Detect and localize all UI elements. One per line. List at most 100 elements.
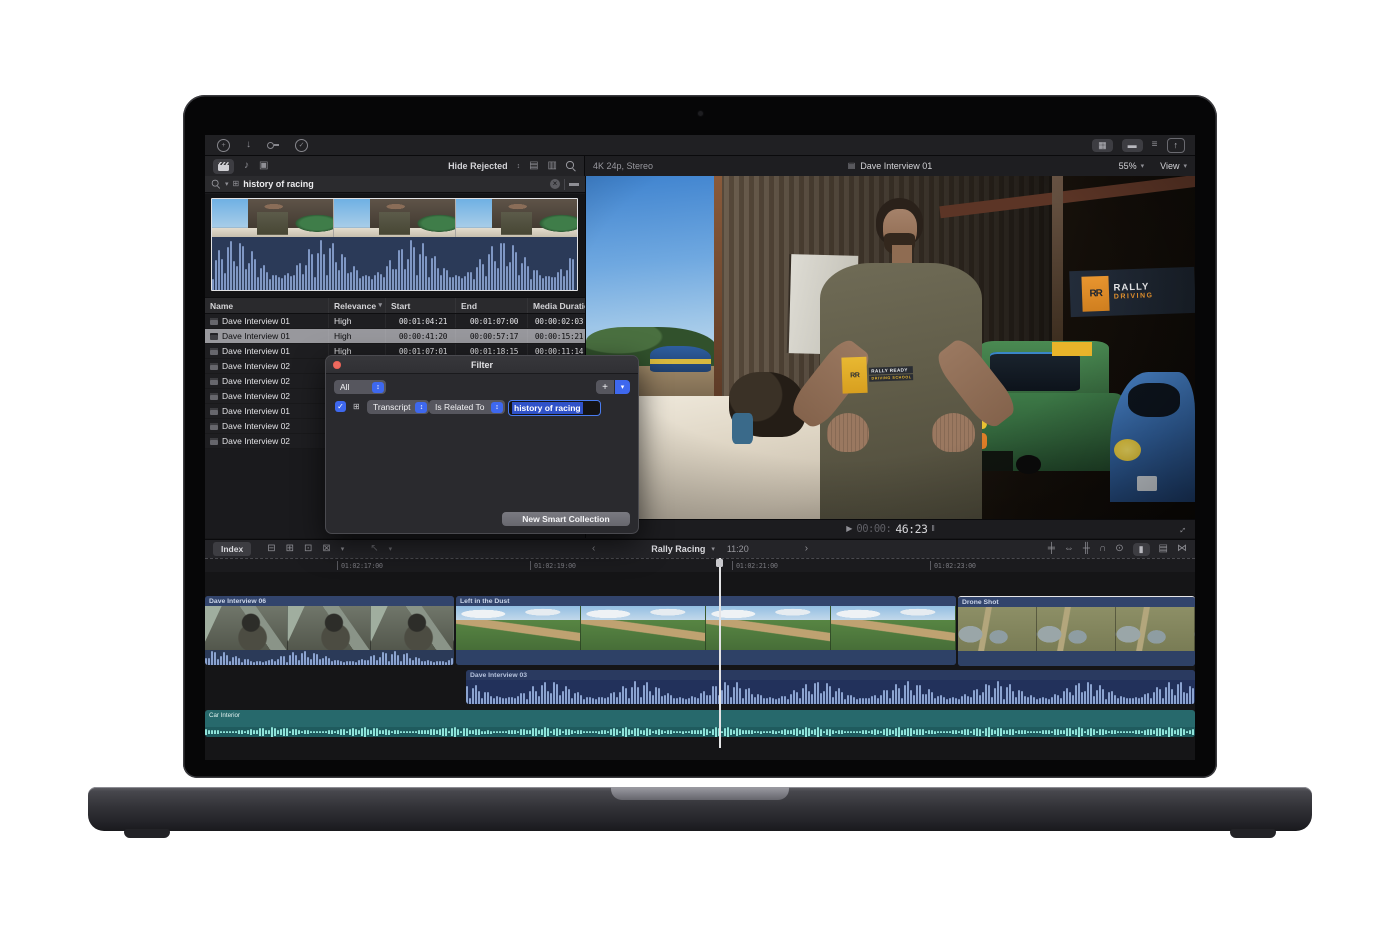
filmstrip-frame [212,199,334,237]
playhead-handle[interactable] [716,559,723,567]
timecode-display: ▶ 00:00:46:23 ‖ [586,522,1195,536]
browser-filter-group: Hide Rejected ↕ ▤ ▥ [448,161,576,171]
clip-icon: ▤ [848,162,856,170]
hide-rejected-chevrons-icon[interactable]: ↕ [517,163,521,170]
project-chevron-icon: ▾ [711,546,715,553]
search-divider [564,179,565,190]
dropdown-chevrons-icon: ↕ [491,402,503,413]
search-query-text[interactable]: history of racing [243,179,314,189]
clip-row-icon [210,333,218,340]
clip-thumbnails [205,606,454,650]
viewer-video[interactable]: RR RALLY DRIVING [586,176,1195,519]
project-header: ‹ Rally Racing ▾ 11:20 › [205,544,1195,554]
ruler-timecode: 01:02:19:00 [530,561,576,570]
photos-audio-icon[interactable]: ♪ [244,161,249,171]
table-row-selected[interactable]: Dave Interview 01 High 00:00:41:20 00:00… [205,329,585,344]
lid-opening-notch [611,787,789,800]
filmstrip-frame [334,199,456,237]
transcript-rule-icon: ⊞ [353,403,360,411]
range-bars-icon: ‖ [931,525,934,533]
clips-pane-button[interactable] [213,159,234,174]
viewer-clip-title: Dave Interview 01 [860,161,932,171]
dropdown-chevrons-icon: ↕ [415,402,427,413]
toolbar-right-group: ▦ ▬ ≡ ↑ [1092,138,1195,153]
add-rule-button[interactable]: + [596,380,614,394]
close-icon[interactable] [333,361,341,369]
transcript-search-icon: ⊞ [233,180,240,188]
ruler-timecode: 01:02:21:00 [732,561,778,570]
header-name[interactable]: Name [205,298,328,313]
new-smart-collection-button[interactable]: New Smart Collection [502,512,630,526]
filter-dialog-titlebar[interactable]: Filter [326,356,638,374]
desktop-background: + ↓ ✓ ▦ ▬ ≡ ↑ ♪ ▣ [0,0,1400,937]
clip-row-icon [210,408,218,415]
table-header-row: Name Relevance ▾ Start End Media Duratio… [205,297,585,314]
search-bar[interactable]: ▾ ⊞ history of racing × ▬ [205,176,585,193]
header-relevance[interactable]: Relevance ▾ [328,298,385,313]
search-results-view-icon[interactable]: ▬ [569,179,579,189]
viewer-toolbar: 4K 24p, Stereo ▤ Dave Interview 01 55% ▾… [585,156,1195,176]
project-name-dropdown[interactable]: Rally Racing [651,544,705,554]
back-chevron-icon[interactable]: ‹ [592,544,595,554]
filmstrip-frame [456,199,577,237]
viewer-pane: RR RALLY DRIVING [586,176,1195,538]
dropdown-chevrons-icon: ↕ [372,382,384,393]
filmstrip-zone [205,194,585,297]
search-icon[interactable] [566,161,576,171]
clip-row-icon [210,423,218,430]
clip-appearance-icon[interactable]: ▤ [529,161,538,171]
share-icon[interactable]: ↑ [1167,138,1186,153]
ruler-timecode: 01:02:17:00 [337,561,383,570]
download-icon[interactable]: ↓ [246,140,251,150]
clip-audio-waveform [205,727,1195,737]
toolbar-left-group: + ↓ ✓ [205,139,308,152]
match-all-dropdown[interactable]: All ↕ [334,380,386,394]
search-field-icon [212,180,221,189]
clear-search-icon[interactable]: × [550,179,560,189]
forward-chevron-icon[interactable]: › [805,544,808,554]
rule-value-text: history of racing [512,402,583,414]
timeline-clip-dave-interview-03[interactable]: Dave Interview 03 [466,670,1195,704]
ruler-timecode: 01:02:23:00 [930,561,976,570]
timeline-clip-drone-shot[interactable]: Drone Shot [958,596,1195,666]
grid-view-icon[interactable]: ▦ [1092,139,1113,152]
rule-condition-dropdown[interactable]: Is Related To ↕ [429,400,505,414]
add-rule-chevron[interactable]: ▾ [615,380,630,394]
import-icon[interactable]: + [217,139,230,152]
playhead[interactable] [719,558,721,748]
header-duration[interactable]: Media Duration [527,298,585,313]
clip-audio-waveform [466,680,1195,704]
titles-generators-icon[interactable]: ▣ [259,161,268,171]
list-view-icon[interactable]: ▥ [548,161,557,171]
table-row[interactable]: Dave Interview 01 High 00:01:04:21 00:01… [205,314,585,329]
play-icon[interactable]: ▶ [846,525,852,533]
timeline-clip-left-in-the-dust[interactable]: Left in the Dust [456,596,956,665]
timeline-clip-dave-interview-06[interactable]: Dave Interview 06 [205,596,454,665]
key-icon[interactable] [267,142,279,148]
timeline-ruler[interactable]: 01:02:17:00 01:02:19:00 01:02:21:00 01:0… [205,558,1195,573]
project-duration: 11:20 [727,544,749,554]
clip-row-icon [210,438,218,445]
webcam-dot [698,111,703,116]
adjust-sliders-icon[interactable]: ≡ [1152,140,1158,150]
clip-row-icon [210,318,218,325]
header-end[interactable]: End [455,298,527,313]
rubber-foot [1230,829,1276,838]
filmstrip-view-icon[interactable]: ▬ [1122,139,1143,152]
viewer-clip-title-group: ▤ Dave Interview 01 [585,161,1195,171]
clapperboard-icon [218,162,229,171]
timeline-clip-car-interior[interactable]: Car Interior [205,710,1195,737]
header-start[interactable]: Start [385,298,455,313]
rule-type-dropdown[interactable]: Transcript ↕ [367,400,429,414]
selected-clip-filmstrip[interactable] [211,198,578,291]
clip-row-icon [210,348,218,355]
check-circle-icon[interactable]: ✓ [295,139,308,152]
sort-chevron-icon: ▾ [378,302,382,309]
rule-value-field[interactable]: history of racing [508,400,601,416]
clip-thumbnails [958,607,1195,651]
clip-thumbnails [456,606,956,650]
final-cut-pro-window: + ↓ ✓ ▦ ▬ ≡ ↑ ♪ ▣ [205,135,1195,760]
rule-checkbox[interactable]: ✓ [335,401,346,412]
hide-rejected-dropdown[interactable]: Hide Rejected [448,161,508,171]
search-scope-chevron-icon[interactable]: ▾ [225,181,229,188]
